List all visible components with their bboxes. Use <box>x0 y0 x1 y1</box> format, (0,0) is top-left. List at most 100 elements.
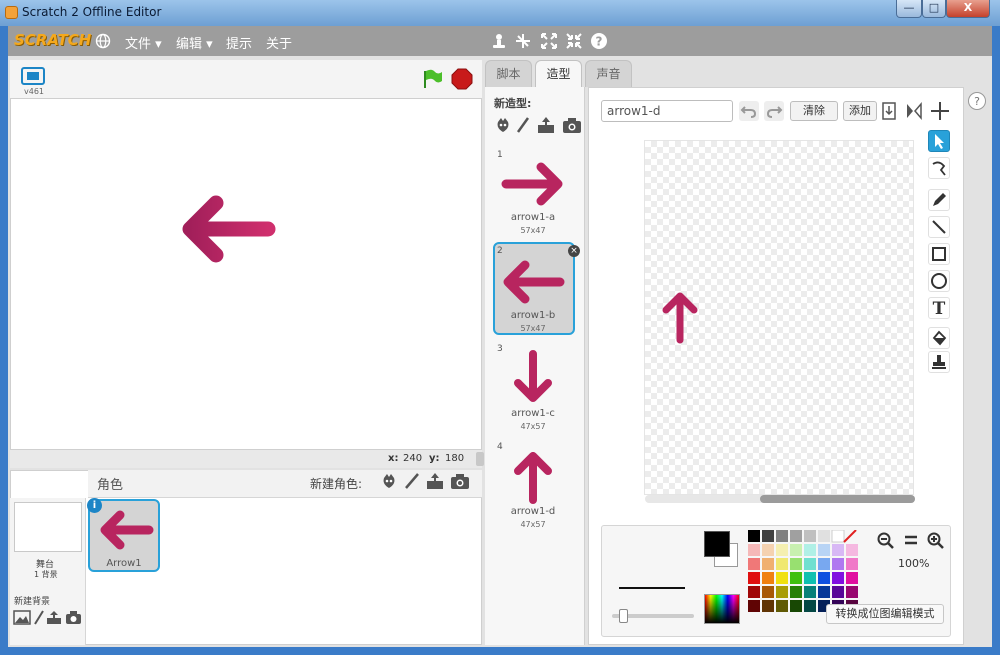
redo-icon[interactable] <box>764 101 784 121</box>
version-label: v461 <box>24 87 45 96</box>
costume-thumb-down-arrow[interactable] <box>507 350 559 406</box>
costume-name: arrow1-c <box>511 408 555 419</box>
costume-thumb-up-arrow[interactable] <box>507 448 559 504</box>
globe-icon[interactable] <box>95 33 113 51</box>
tab-costumes[interactable]: 造型 <box>535 60 582 88</box>
menu-tips[interactable]: 提示 <box>226 33 252 52</box>
upload-backdrop-icon[interactable] <box>46 610 62 625</box>
undo-icon[interactable] <box>739 101 759 121</box>
new-sprite-label: 新建角色: <box>310 477 363 491</box>
delete-costume-icon[interactable]: × <box>568 245 580 257</box>
choose-sprite-icon[interactable] <box>380 472 398 490</box>
costume-size: 57x47 <box>520 324 546 333</box>
costume-thumb-left-arrow[interactable] <box>500 256 566 308</box>
import-icon[interactable] <box>880 100 900 122</box>
sprite-name: Arrow1 <box>106 558 142 569</box>
x-value: 240 <box>403 453 423 464</box>
costume-name: arrow1-b <box>510 310 556 321</box>
shrink-icon[interactable] <box>565 32 583 50</box>
fill-tool-icon[interactable] <box>928 327 950 349</box>
reshape-tool-icon[interactable] <box>928 157 950 179</box>
choose-costume-icon[interactable] <box>494 116 512 134</box>
stage-collapse-handle[interactable] <box>476 452 484 466</box>
tab-scripts[interactable]: 脚本 <box>485 60 532 87</box>
window-title: Scratch 2 Offline Editor <box>22 5 162 19</box>
help-button[interactable]: ? <box>968 92 986 110</box>
maximize-button[interactable]: □ <box>922 0 946 18</box>
choose-backdrop-icon[interactable] <box>13 610 31 625</box>
camera-sprite-icon[interactable] <box>450 472 470 490</box>
camera-costume-icon[interactable] <box>562 116 582 134</box>
new-costume-label: 新造型: <box>494 97 532 110</box>
minimize-button[interactable]: — <box>896 0 922 18</box>
costume-size: 47x57 <box>520 520 546 529</box>
camera-backdrop-icon[interactable] <box>65 610 82 625</box>
sprites-header <box>88 470 482 498</box>
costume-thumb-right-arrow[interactable] <box>500 158 566 210</box>
app-icon <box>5 6 18 19</box>
paint-sprite-icon[interactable] <box>403 472 421 490</box>
x-label: x: <box>388 453 399 464</box>
scratch-logo[interactable]: SCRATCH <box>14 31 91 49</box>
set-center-icon[interactable] <box>929 100 951 122</box>
line-tool-icon[interactable] <box>928 216 950 238</box>
text-tool-icon[interactable]: T <box>928 297 950 319</box>
svg-text:?: ? <box>596 35 603 49</box>
ellipse-tool-icon[interactable] <box>928 270 950 292</box>
sprite-info-button[interactable]: i <box>87 498 102 513</box>
select-tool-icon[interactable] <box>928 130 950 152</box>
backdrop-count: 1 背景 <box>34 570 58 579</box>
menu-edit[interactable]: 编辑 ▾ <box>176 33 213 52</box>
stage-thumbnail[interactable] <box>14 502 82 552</box>
sprite-thumbnail-image <box>96 505 154 555</box>
tab-sounds[interactable]: 声音 <box>585 60 632 87</box>
menu-about[interactable]: 关于 <box>266 33 292 52</box>
upload-costume-icon[interactable] <box>536 116 556 134</box>
help-icon[interactable]: ? <box>590 32 608 50</box>
costume-up-arrow-image[interactable] <box>656 288 704 346</box>
costume-number: 4 <box>497 442 503 452</box>
zoom-level: 100% <box>898 557 930 570</box>
duplicate-icon[interactable] <box>490 32 508 50</box>
zoom-reset-icon[interactable] <box>902 531 920 549</box>
delete-icon[interactable] <box>514 32 532 50</box>
paint-costume-icon[interactable] <box>516 116 530 134</box>
convert-to-bitmap-button[interactable]: 转换成位图编辑模式 <box>826 604 944 624</box>
costume-number: 2 <box>497 246 503 256</box>
costume-name-input[interactable]: arrow1-d <box>601 100 733 122</box>
stroke-preview <box>619 587 685 589</box>
flip-icon[interactable] <box>903 100 925 122</box>
paint-backdrop-icon[interactable] <box>33 610 45 625</box>
stage-header <box>10 60 482 98</box>
stop-icon[interactable] <box>451 68 473 90</box>
y-value: 180 <box>445 453 465 464</box>
svg-text:T: T <box>933 299 946 318</box>
pencil-tool-icon[interactable] <box>928 189 950 211</box>
stroke-width-handle[interactable] <box>619 609 628 623</box>
costume-name: arrow1-a <box>510 212 556 223</box>
close-button[interactable]: X <box>946 0 990 18</box>
green-flag-icon[interactable] <box>421 68 443 90</box>
new-backdrop-label: 新建背景 <box>14 597 51 607</box>
canvas-scrollbar-thumb[interactable] <box>760 495 915 503</box>
costume-name: arrow1-d <box>510 506 556 517</box>
costume-number: 3 <box>497 344 503 354</box>
upload-sprite-icon[interactable] <box>425 472 445 490</box>
primary-color[interactable] <box>704 531 730 557</box>
clear-button[interactable]: 清除 <box>790 101 838 121</box>
y-label: y: <box>429 453 440 464</box>
grow-icon[interactable] <box>540 32 558 50</box>
stage-canvas[interactable] <box>10 98 482 450</box>
sprite-on-stage[interactable] <box>176 190 276 270</box>
menu-file[interactable]: 文件 ▾ <box>125 33 162 52</box>
rectangle-tool-icon[interactable] <box>928 243 950 265</box>
zoom-in-icon[interactable] <box>926 531 946 549</box>
color-picker[interactable] <box>704 594 740 624</box>
costume-size: 57x47 <box>520 226 546 235</box>
zoom-out-icon[interactable] <box>876 531 896 549</box>
sprites-title: 角色 <box>97 478 124 493</box>
add-button[interactable]: 添加 <box>843 101 877 121</box>
costume-size: 47x57 <box>520 422 546 431</box>
presentation-mode-icon[interactable] <box>20 66 46 86</box>
stamp-tool-icon[interactable] <box>928 351 950 373</box>
